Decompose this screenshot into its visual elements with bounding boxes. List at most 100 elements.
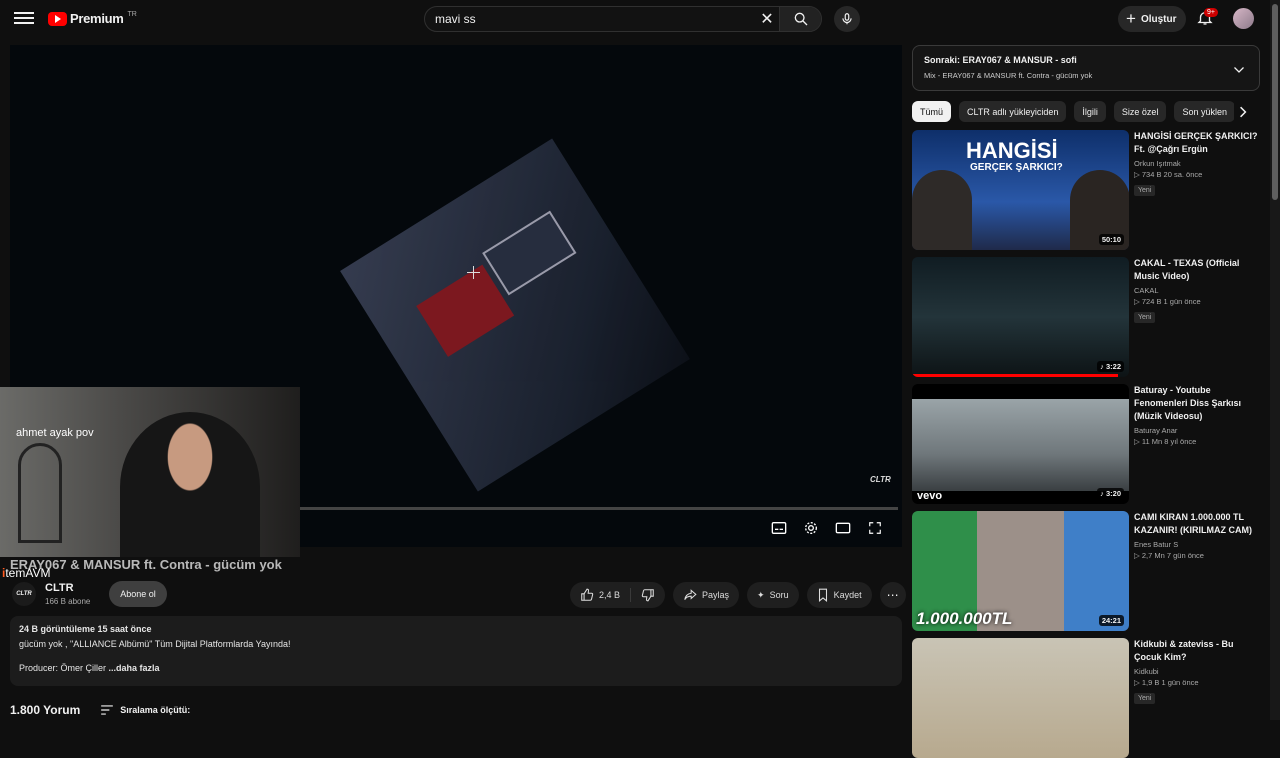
page-scrollbar[interactable]: [1270, 0, 1280, 720]
recommendation-title: HANGİSİ GERÇEK ŞARKICI? Ft. @Çağrı Ergün: [1134, 131, 1258, 154]
recommendation-info: CAMI KIRAN 1.000.000 TL KAZANIR! (KIRILM…: [1129, 511, 1263, 631]
up-next-title: ERAY067 & MANSUR - sofi: [962, 55, 1077, 65]
ask-button[interactable]: ✦ Soru: [747, 582, 799, 608]
share-label: Paylaş: [702, 590, 730, 600]
recommendation-title: CAKAL - TEXAS (Official Music Video): [1134, 258, 1240, 281]
webcam-caption: ahmet ayak pov: [16, 427, 94, 439]
sparkle-icon: ✦: [757, 589, 765, 600]
recommendation-stats: ▷ 1,9 B 1 gün önce: [1134, 678, 1199, 687]
channel-avatar[interactable]: CLTR: [12, 582, 36, 606]
more-dots-icon: ⋯: [886, 588, 899, 602]
sort-comments-button[interactable]: Sıralama ölçütü:: [100, 704, 190, 716]
recommendation-item[interactable]: Kidkubi & zateviss - Bu Çocuk Kim? Kidku…: [912, 638, 1268, 758]
show-more-link[interactable]: ...daha fazla: [109, 663, 160, 673]
logo-text: Premium: [70, 11, 124, 26]
description-line-2: Producer: Ömer Çiller ...daha fazla: [19, 663, 893, 673]
chip-related[interactable]: İlgili: [1074, 101, 1106, 122]
subscribe-button[interactable]: Abone ol: [109, 581, 167, 607]
recommendation-item[interactable]: 1.000.000TL 24:21 CAMI KIRAN 1.000.000 T…: [912, 511, 1268, 631]
save-button[interactable]: Kaydet: [806, 582, 872, 608]
chip-for-you[interactable]: Size özel: [1113, 101, 1167, 122]
recommendation-channel[interactable]: CAKAL: [1134, 286, 1263, 295]
account-avatar[interactable]: [1233, 8, 1254, 29]
search-input[interactable]: mavi ss: [425, 12, 755, 26]
progress-bar[interactable]: [298, 507, 898, 510]
watch-progress: [912, 374, 1119, 377]
fullscreen-button[interactable]: [866, 519, 884, 537]
recommendation-title: Baturay - Youtube Fenomenleri Diss Şarkı…: [1134, 385, 1242, 421]
chip-from-uploader[interactable]: CLTR adlı yükleyiciden: [959, 101, 1067, 122]
video-thumbnail[interactable]: 1.000.000TL 24:21: [912, 511, 1129, 631]
notification-badge: 9+: [1204, 8, 1218, 17]
like-count: 2,4 B: [599, 590, 621, 600]
youtube-play-icon: [48, 11, 67, 26]
subscriber-count: 166 B abone: [45, 597, 91, 606]
chips-next-button[interactable]: [1234, 101, 1252, 122]
chip-recently-uploaded[interactable]: Son yüklen: [1174, 101, 1235, 122]
recommendation-item[interactable]: ♪ 3:22 CAKAL - TEXAS (Official Music Vid…: [912, 257, 1268, 377]
up-next-card[interactable]: Sonraki: ERAY067 & MANSUR - sofi Mix - E…: [912, 45, 1260, 91]
recommendation-info: Kidkubi & zateviss - Bu Çocuk Kim? Kidku…: [1129, 638, 1263, 758]
video-thumbnail[interactable]: HANGİSİ GERÇEK ŞARKICI? 50:10: [912, 130, 1129, 250]
thumbs-up-icon: [581, 588, 594, 601]
microphone-icon: [842, 13, 852, 25]
recommendation-channel[interactable]: Orkun Işıtmak: [1134, 159, 1263, 168]
comments-header: 1.800 Yorum Sıralama ölçütü:: [10, 703, 190, 717]
chip-all[interactable]: Tümü: [912, 101, 952, 122]
description-box[interactable]: 24 B görüntüleme 15 saat önce gücüm yok …: [10, 616, 902, 686]
menu-icon[interactable]: [14, 9, 34, 29]
plus-icon: +: [1126, 9, 1136, 28]
recommendation-info: HANGİSİ GERÇEK ŞARKICI? Ft. @Çağrı Ergün…: [1129, 130, 1263, 250]
recommendation-channel[interactable]: Baturay Anar: [1134, 426, 1263, 435]
more-actions-button[interactable]: ⋯: [879, 582, 906, 608]
sort-label: Sıralama ölçütü:: [120, 705, 191, 715]
fullscreen-icon: [869, 522, 881, 534]
youtube-premium-logo[interactable]: Premium TR: [48, 11, 137, 26]
voice-search-button[interactable]: [834, 6, 860, 32]
search-button[interactable]: [779, 7, 821, 31]
view-count-date: 24 B görüntüleme 15 saat önce: [19, 624, 152, 634]
settings-button[interactable]: [802, 519, 820, 537]
player-controls: [770, 519, 884, 537]
thumbnail-person: [912, 170, 972, 250]
vevo-logo: vevo: [917, 490, 943, 502]
recommendation-channel[interactable]: Kidkubi: [1134, 667, 1263, 676]
up-next-title-row: Sonraki: ERAY067 & MANSUR - sofi: [924, 55, 1248, 65]
video-duration: 50:10: [1098, 234, 1124, 245]
notifications-button[interactable]: 9+: [1196, 8, 1218, 29]
dislike-button[interactable]: [631, 582, 665, 608]
thumbs-down-icon: [641, 589, 654, 602]
scrollbar-thumb[interactable]: [1272, 4, 1278, 200]
like-button[interactable]: 2,4 B: [570, 582, 630, 608]
filter-chips: Tümü CLTR adlı yükleyiciden İlgili Size …: [912, 101, 1268, 123]
recommendation-channel[interactable]: Enes Batur S: [1134, 540, 1263, 549]
up-next-subtitle: Mix - ERAY067 & MANSUR ft. Contra - gücü…: [924, 71, 1093, 80]
recommendation-item[interactable]: vevo ♪ 3:20 Baturay - Youtube Fenomenler…: [912, 384, 1268, 504]
description-producer: Producer: Ömer Çiller: [19, 663, 107, 673]
up-next-label: Sonraki:: [924, 55, 961, 65]
video-duration: ♪ 3:20: [1097, 488, 1124, 499]
search-box: mavi ss ✕: [424, 6, 822, 32]
webcam-overlay: ahmet ayak pov: [0, 387, 300, 557]
thumbnail-text: HANGİSİ: [966, 138, 1058, 163]
streamer-image: [120, 412, 260, 557]
like-dislike-group: 2,4 B: [570, 582, 666, 608]
recommendation-stats: ▷ 2,7 Mn 7 gün önce: [1134, 551, 1204, 560]
video-duration: 24:21: [1098, 615, 1124, 626]
share-button[interactable]: Paylaş: [673, 582, 740, 608]
search-icon: [794, 12, 807, 26]
recommendation-item[interactable]: HANGİSİ GERÇEK ŞARKICI? 50:10 HANGİSİ GE…: [912, 130, 1268, 250]
video-thumbnail[interactable]: [912, 638, 1129, 758]
sponsor-logo: i temAVM: [2, 566, 50, 580]
new-badge: Yeni: [1134, 693, 1156, 704]
clear-search-icon[interactable]: ✕: [755, 9, 779, 29]
description-line: gücüm yok , "ALLIANCE Albümü" Tüm Dijita…: [19, 639, 291, 649]
video-scene-element: [482, 210, 577, 296]
video-thumbnail[interactable]: vevo ♪ 3:20: [912, 384, 1129, 504]
chevron-down-icon[interactable]: [1233, 62, 1245, 80]
video-thumbnail[interactable]: ♪ 3:22: [912, 257, 1129, 377]
create-button[interactable]: + Oluştur: [1118, 6, 1186, 32]
channel-name[interactable]: CLTR: [45, 582, 74, 594]
theater-mode-button[interactable]: [834, 519, 852, 537]
subtitles-button[interactable]: [770, 519, 788, 537]
